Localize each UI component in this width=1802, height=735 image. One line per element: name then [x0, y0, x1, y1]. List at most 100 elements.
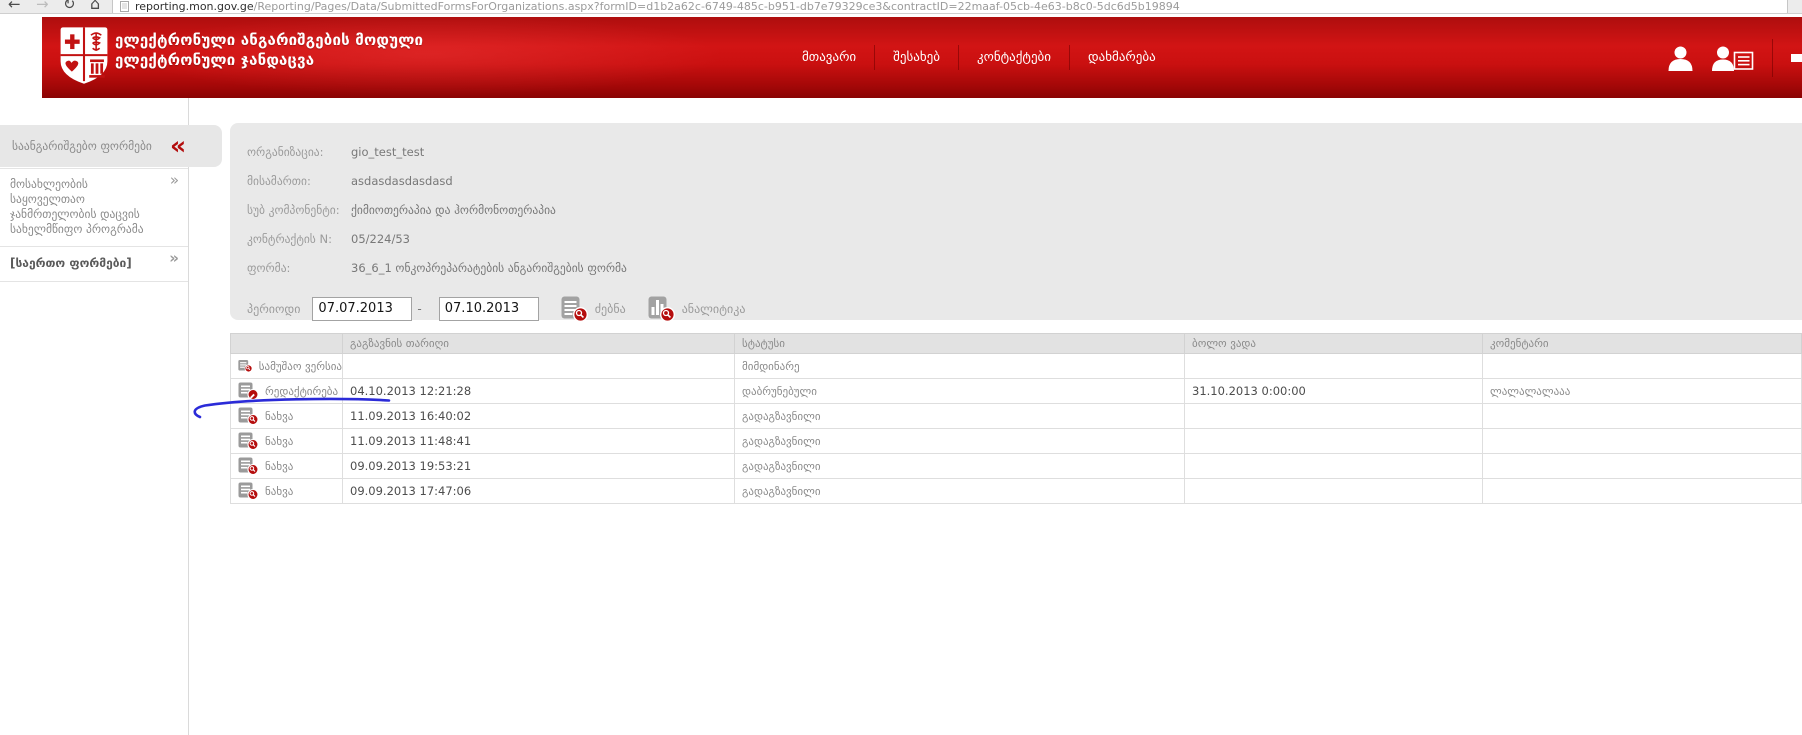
address-bar[interactable]: reporting.mon.gov.ge/Reporting/Pages/Dat… [112, 0, 1788, 14]
open-draft-action[interactable]: სამუშაო ვერსია [238, 354, 342, 378]
cell-send-date: 09.09.2013 19:53:21 [343, 454, 735, 479]
sidebar-item-program[interactable]: მოსახლეობის საყოველთაო ჯანმრთელობის დაცვ… [0, 169, 188, 247]
nav-item-help[interactable]: დახმარება [1069, 45, 1174, 70]
cell-comment [1483, 479, 1802, 504]
detail-label: ფორმა: [247, 261, 351, 275]
period-label: პერიოდი [247, 302, 300, 316]
table-row: სამუშაო ვერსია მიმდინარე [231, 354, 1802, 379]
analytics-button[interactable]: ანალიტიკა [648, 295, 746, 322]
main-area: ორგანიზაცია: gio_test_test მისამართი: as… [189, 98, 1802, 735]
table-row: რედაქტირება 04.10.2013 12:21:28 დაბრუნებ… [231, 379, 1802, 404]
period-from-input[interactable] [312, 297, 412, 321]
nav-item-home[interactable]: მთავარი [784, 45, 874, 70]
nav-item-about[interactable]: შესახებ [874, 45, 958, 70]
collapse-sidebar-icon[interactable]: « [170, 136, 186, 156]
document-search-icon [238, 432, 259, 450]
cell-deadline [1185, 404, 1483, 429]
table-row: ნახვა 09.09.2013 17:47:06 გადაგზავნილი [231, 479, 1802, 504]
submissions-table: გაგზავნის თარიღი სტატუსი ბოლო ვადა კომენ… [230, 333, 1802, 504]
view-action[interactable]: ნახვა [238, 404, 342, 428]
period-separator: - [417, 302, 421, 316]
row-action-label: რედაქტირება [265, 385, 338, 398]
document-search-icon [238, 482, 259, 500]
document-search-icon [238, 357, 253, 375]
detail-label: ორგანიზაცია: [247, 145, 351, 159]
header-nav: მთავარი შესახებ კონტაქტები დახმარება [784, 17, 1174, 98]
table-row: ნახვა 11.09.2013 16:40:02 გადაგზავნილი [231, 404, 1802, 429]
row-action-label: ნახვა [265, 435, 293, 448]
cell-status: გადაგზავნილი [735, 454, 1185, 479]
sidebar-item-common-forms[interactable]: [საერთო ფორმები] » [0, 247, 188, 282]
row-action-label: ნახვა [265, 410, 293, 423]
period-to-input[interactable] [439, 297, 539, 321]
cell-comment [1483, 354, 1802, 379]
logout-arrow-icon[interactable] [1791, 47, 1802, 69]
browser-forward-icon[interactable]: → [36, 0, 49, 12]
cell-status: გადაგზავნილი [735, 404, 1185, 429]
analytics-button-label: ანალიტიკა [682, 302, 746, 316]
sidebar-item-label: [საერთო ფორმები] [10, 256, 132, 270]
sidebar-menu: მოსახლეობის საყოველთაო ჯანმრთელობის დაცვ… [0, 168, 188, 282]
detail-label: სუბ კომპონენტი: [247, 203, 351, 217]
cell-deadline: 31.10.2013 0:00:00 [1185, 379, 1483, 404]
header-send-date: გაგზავნის თარიღი [343, 334, 735, 354]
document-search-icon [238, 407, 259, 425]
user-list-icon[interactable] [1712, 45, 1754, 71]
detail-row: ფორმა: 36_6_1 ონკოპრეპარატების ანგარიშგე… [247, 253, 1782, 282]
cell-send-date: 09.09.2013 17:47:06 [343, 479, 735, 504]
header-account-area [1667, 17, 1802, 98]
cell-send-date: 11.09.2013 16:40:02 [343, 404, 735, 429]
search-button-label: ძებნა [595, 302, 626, 316]
detail-row: კონტრაქტის N: 05/224/53 [247, 224, 1782, 253]
cell-status: გადაგზავნილი [735, 429, 1185, 454]
cell-comment [1483, 404, 1802, 429]
view-action[interactable]: ნახვა [238, 429, 342, 453]
sidebar-title: საანგარიშგებო ფორმები [12, 140, 164, 153]
app-header: ელექტრონული ანგარიშგების მოდული ელექტრონ… [42, 17, 1802, 98]
nav-item-contacts[interactable]: კონტაქტები [958, 45, 1069, 70]
sidebar-item-label: მოსახლეობის საყოველთაო ჯანმრთელობის დაცვ… [10, 177, 144, 236]
contract-number-value: 05/224/53 [351, 232, 410, 246]
view-action[interactable]: ნახვა [238, 479, 342, 503]
subcomponent-value: ქიმიოთერაპია და ჰორმონოთერაპია [351, 203, 556, 217]
app-title-line2: ელექტრონული ჯანდაცვა [115, 50, 423, 70]
browser-refresh-icon[interactable]: ↻ [63, 0, 76, 12]
cell-deadline [1185, 354, 1483, 379]
chevron-right-icon: » [170, 173, 179, 188]
detail-label: მისამართი: [247, 174, 351, 188]
table-header-row: გაგზავნის თარიღი სტატუსი ბოლო ვადა კომენ… [231, 334, 1802, 354]
page-content: საანგარიშგებო ფორმები « მოსახლეობის საყო… [0, 98, 1802, 735]
row-action-label: ნახვა [265, 485, 293, 498]
view-action[interactable]: ნახვა [238, 454, 342, 478]
cell-send-date: 04.10.2013 12:21:28 [343, 379, 735, 404]
cell-deadline [1185, 454, 1483, 479]
browser-back-icon[interactable]: ← [8, 0, 21, 12]
health-ministry-shield-logo [58, 26, 110, 86]
cell-send-date [343, 354, 735, 379]
header-deadline: ბოლო ვადა [1185, 334, 1483, 354]
cell-deadline [1185, 429, 1483, 454]
form-details-panel: ორგანიზაცია: gio_test_test მისამართი: as… [230, 123, 1802, 320]
form-name-value: 36_6_1 ონკოპრეპარატების ანგარიშგების ფორ… [351, 261, 627, 275]
detail-label: კონტრაქტის N: [247, 232, 351, 246]
edit-action[interactable]: რედაქტირება [238, 379, 342, 403]
document-search-icon [561, 295, 588, 322]
detail-row: ორგანიზაცია: gio_test_test [247, 137, 1782, 166]
page-icon [120, 1, 129, 12]
header-action [231, 334, 343, 354]
chevron-right-icon: » [169, 251, 179, 266]
cell-comment [1483, 454, 1802, 479]
user-icon[interactable] [1667, 45, 1694, 71]
search-button[interactable]: ძებნა [561, 295, 626, 322]
app-title-line1: ელექტრონული ანგარიშგების მოდული [115, 30, 423, 50]
header-comment: კომენტარი [1483, 334, 1802, 354]
row-action-label: სამუშაო ვერსია [259, 360, 342, 373]
document-edit-icon [238, 382, 259, 400]
browser-home-icon[interactable]: ⌂ [90, 0, 100, 12]
sidebar-header[interactable]: საანგარიშგებო ფორმები « [0, 125, 222, 167]
header-status: სტატუსი [735, 334, 1185, 354]
url-text: reporting.mon.gov.ge/Reporting/Pages/Dat… [135, 0, 1180, 13]
cell-deadline [1185, 479, 1483, 504]
address-value: asdasdasdasdasd [351, 174, 453, 188]
detail-row: მისამართი: asdasdasdasdasd [247, 166, 1782, 195]
